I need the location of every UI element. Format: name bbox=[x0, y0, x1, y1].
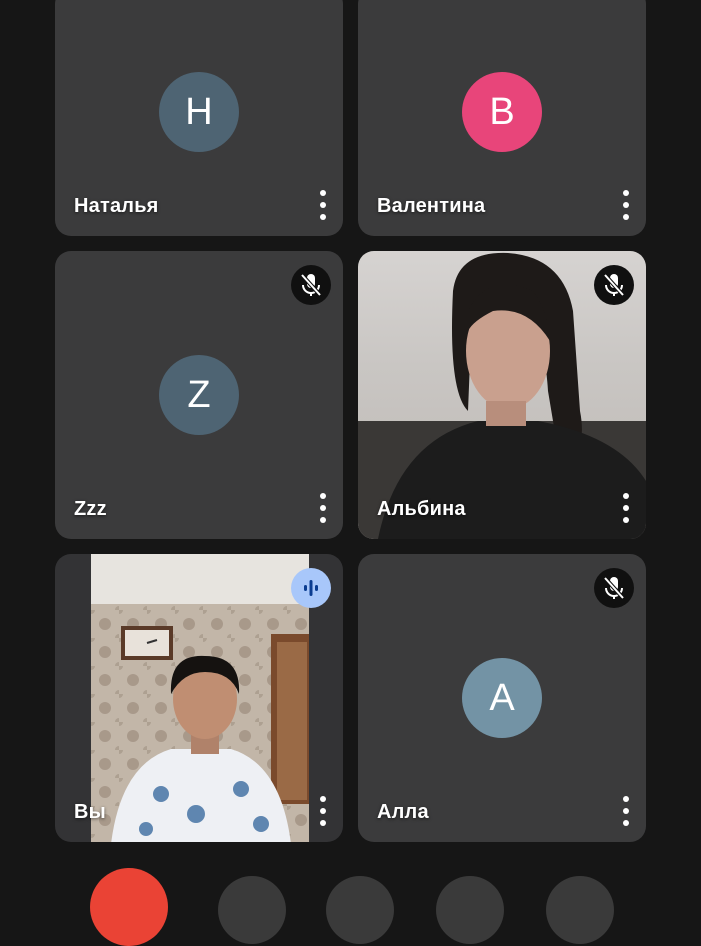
avatar: Z bbox=[159, 355, 239, 435]
participant-name: Альбина bbox=[377, 498, 466, 520]
mic-off-icon bbox=[594, 568, 634, 608]
participant-name: Zzz bbox=[74, 498, 107, 520]
participant-name: Вы bbox=[74, 801, 106, 823]
participant-tile-zzz[interactable]: Z Zzz bbox=[55, 251, 343, 539]
more-vert-icon[interactable] bbox=[614, 794, 638, 828]
end-call-button[interactable] bbox=[90, 868, 168, 946]
avatar: А bbox=[462, 658, 542, 738]
more-vert-icon[interactable] bbox=[614, 188, 638, 222]
more-vert-icon[interactable] bbox=[311, 794, 335, 828]
participant-tile-self[interactable]: Вы bbox=[55, 554, 343, 842]
video-feed bbox=[91, 554, 309, 842]
participant-name: Наталья bbox=[74, 195, 159, 217]
more-vert-icon[interactable] bbox=[614, 491, 638, 525]
control-button-4[interactable] bbox=[546, 876, 614, 944]
participant-tile-albina[interactable]: Альбина bbox=[358, 251, 646, 539]
control-button-3[interactable] bbox=[436, 876, 504, 944]
mic-off-icon bbox=[291, 265, 331, 305]
avatar: В bbox=[462, 72, 542, 152]
control-button-1[interactable] bbox=[218, 876, 286, 944]
self-video-scene bbox=[91, 554, 309, 842]
participant-tile-natalya[interactable]: Н Наталья bbox=[55, 0, 343, 236]
control-button-2[interactable] bbox=[326, 876, 394, 944]
participant-name: Валентина bbox=[377, 195, 486, 217]
more-vert-icon[interactable] bbox=[311, 188, 335, 222]
participant-tile-valentina[interactable]: В Валентина bbox=[358, 0, 646, 236]
audio-level-icon bbox=[291, 568, 331, 608]
participant-tile-alla[interactable]: А Алла bbox=[358, 554, 646, 842]
avatar: Н bbox=[159, 72, 239, 152]
mic-off-icon bbox=[594, 265, 634, 305]
more-vert-icon[interactable] bbox=[311, 491, 335, 525]
participant-name: Алла bbox=[377, 801, 429, 823]
